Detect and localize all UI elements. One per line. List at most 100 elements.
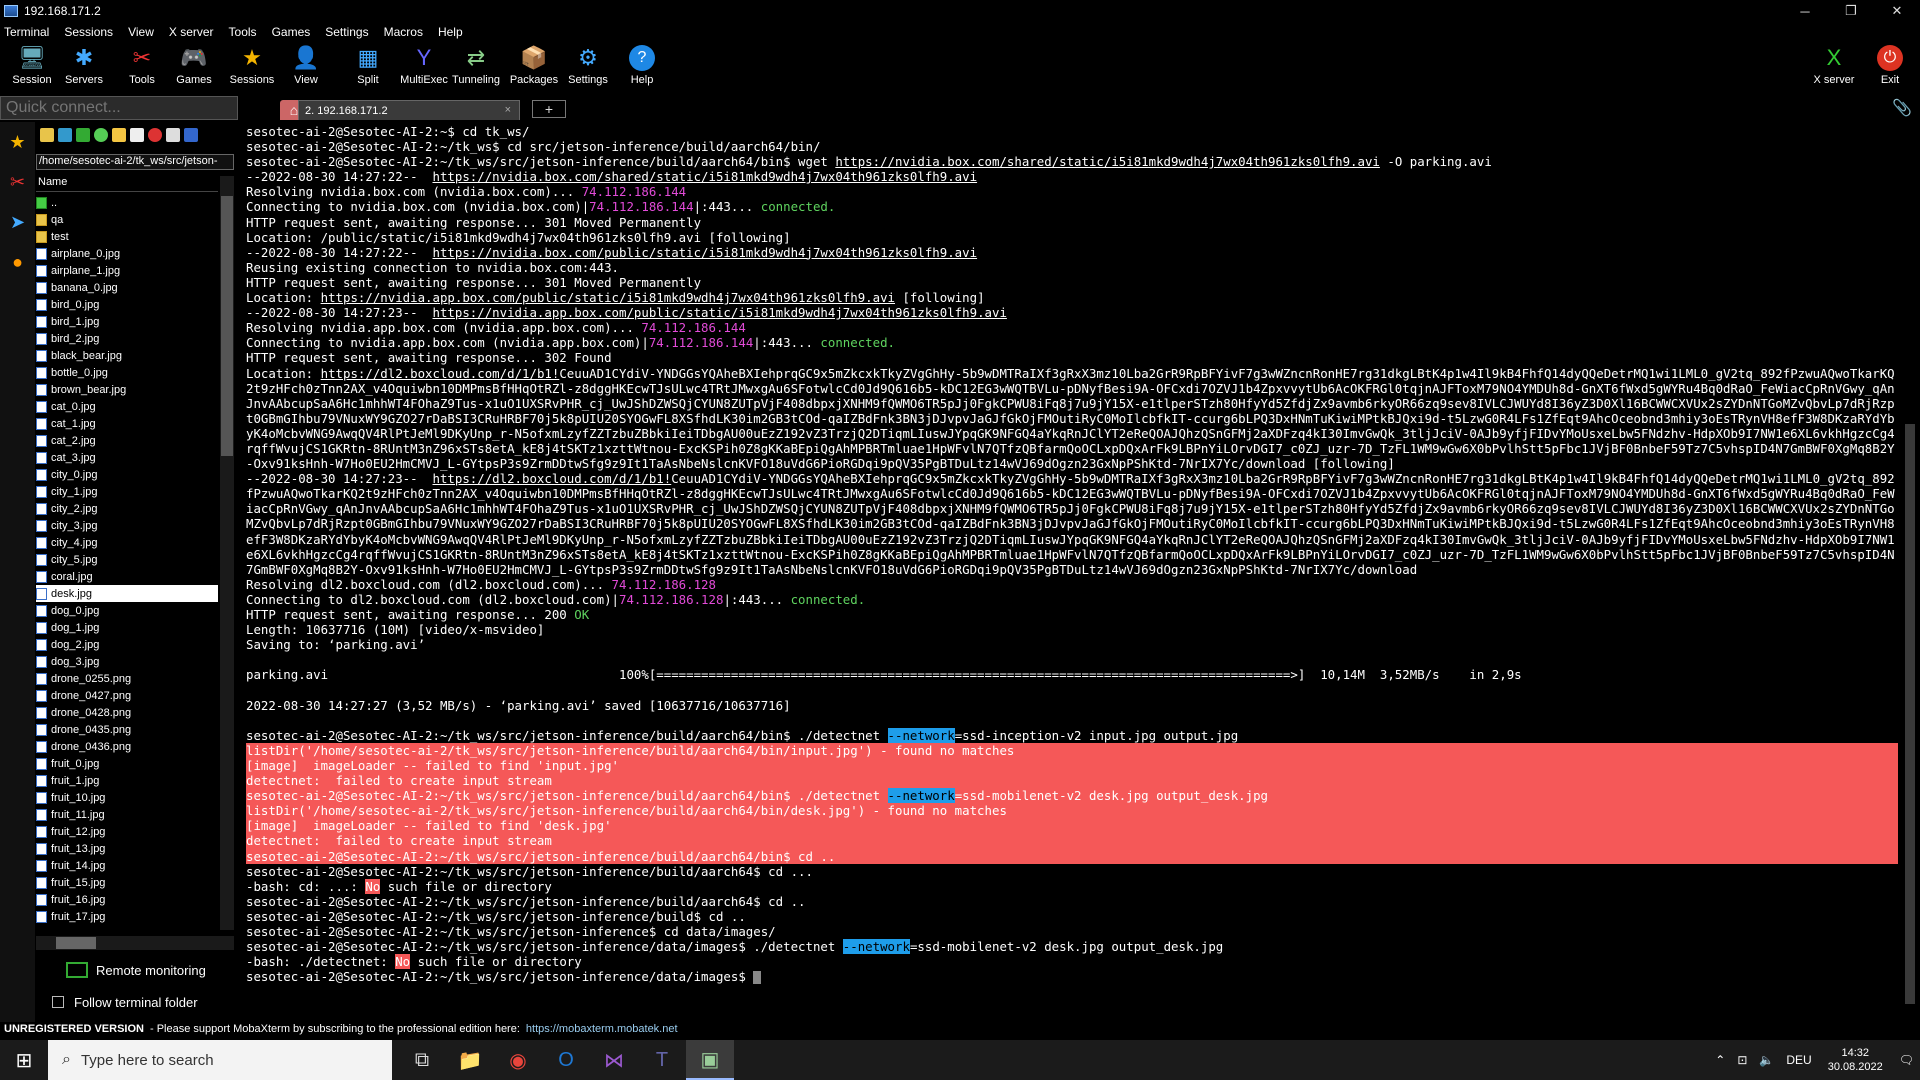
file-list-item[interactable]: fruit_0.jpg [36, 755, 218, 772]
file-list-item[interactable]: drone_0436.png [36, 738, 218, 755]
sessions-star-tab-icon[interactable]: ★ [0, 122, 35, 162]
menu-terminal[interactable]: Terminal [4, 25, 49, 39]
toolbar-view-button[interactable]: 👤 View [278, 45, 334, 91]
toolbar-servers-button[interactable]: ✱ Servers [56, 45, 112, 91]
sftp-tab-icon[interactable]: ➤ [0, 202, 35, 242]
remote-monitoring-button[interactable]: Remote monitoring [66, 960, 206, 980]
toolbar-session-button[interactable]: 🖥 Session [4, 45, 60, 91]
attachment-icon[interactable]: 📎 [1892, 98, 1912, 118]
taskbar-app[interactable]: 📁 [446, 1040, 494, 1080]
toolbar-tools-button[interactable]: ✂ Tools [114, 45, 170, 91]
clock[interactable]: 14:32 30.08.2022 [1828, 1046, 1883, 1074]
menu-help[interactable]: Help [438, 25, 463, 39]
menu-games[interactable]: Games [272, 25, 311, 39]
terminal-output[interactable]: sesotec-ai-2@Sesotec-AI-2:~$ cd tk_ws/se… [246, 124, 1898, 1014]
file-list-item[interactable]: fruit_15.jpg [36, 874, 218, 891]
file-list-item[interactable]: fruit_10.jpg [36, 789, 218, 806]
file-list-item[interactable]: dog_3.jpg [36, 653, 218, 670]
macros-tab-icon[interactable]: ● [0, 242, 35, 282]
menu-settings[interactable]: Settings [325, 25, 368, 39]
toolbar-help-button[interactable]: ? Help [614, 45, 670, 91]
tab-close-icon[interactable]: × [505, 104, 511, 116]
file-list-scrollbar[interactable] [220, 176, 234, 930]
menu-x-server[interactable]: X server [169, 25, 214, 39]
volume-icon[interactable]: 🔈 [1759, 1053, 1774, 1067]
taskbar-app[interactable]: ◉ [494, 1040, 542, 1080]
notifications-icon[interactable]: 🗨 [1899, 1053, 1914, 1067]
network-icon[interactable]: ⊡ [1737, 1053, 1747, 1067]
file-list-item[interactable]: airplane_1.jpg [36, 262, 218, 279]
follow-folder-checkbox[interactable]: Follow terminal folder [52, 992, 198, 1012]
file-list-item[interactable]: fruit_13.jpg [36, 840, 218, 857]
tab-session[interactable]: 2. 192.168.171.2 × [298, 100, 520, 120]
file-list-item[interactable]: .. [36, 194, 218, 211]
file-list-item[interactable]: cat_3.jpg [36, 449, 218, 466]
terminal-link[interactable]: https://nvidia.box.com/shared/static/i5i… [835, 154, 1380, 169]
file-list-item[interactable]: test [36, 228, 218, 245]
toolbar-packages-button[interactable]: 📦 Packages [506, 45, 562, 91]
tray-chevron-icon[interactable]: ⌃ [1715, 1053, 1725, 1067]
terminal-link[interactable]: https://nvidia.app.box.com/public/static… [433, 305, 1007, 320]
new-tab-button[interactable]: + [532, 100, 566, 118]
taskbar-app[interactable]: T [638, 1040, 686, 1080]
menu-tools[interactable]: Tools [229, 25, 257, 39]
file-list-item[interactable]: banana_0.jpg [36, 279, 218, 296]
toolbar-games-button[interactable]: 🎮 Games [166, 45, 222, 91]
delete-icon[interactable] [148, 128, 162, 142]
file-list-item[interactable]: black_bear.jpg [36, 347, 218, 364]
toolbar-tunneling-button[interactable]: ⇄ Tunneling [448, 45, 504, 91]
file-list-item[interactable]: fruit_11.jpg [36, 806, 218, 823]
file-list-item[interactable]: coral.jpg [36, 568, 218, 585]
file-list-item[interactable]: fruit_14.jpg [36, 857, 218, 874]
new-file-icon[interactable] [130, 128, 144, 142]
taskbar-app[interactable]: O [542, 1040, 590, 1080]
language-indicator[interactable]: DEU [1786, 1053, 1811, 1067]
file-list-item[interactable]: city_0.jpg [36, 466, 218, 483]
taskbar-app[interactable]: ⋈ [590, 1040, 638, 1080]
toolbar-exit-button[interactable]: ⏻ Exit [1862, 45, 1918, 91]
parent-folder-icon[interactable] [40, 128, 54, 142]
file-list-item[interactable]: city_4.jpg [36, 534, 218, 551]
new-folder-icon[interactable] [112, 128, 126, 142]
file-list-item[interactable]: brown_bear.jpg [36, 381, 218, 398]
toolbar-multiexec-button[interactable]: Y MultiExec [396, 45, 452, 91]
path-field[interactable]: /home/sesotec-ai-2/tk_ws/src/jetson- [36, 154, 234, 170]
file-list-item[interactable]: dog_2.jpg [36, 636, 218, 653]
file-list-item[interactable]: city_1.jpg [36, 483, 218, 500]
file-list-item[interactable]: cat_2.jpg [36, 432, 218, 449]
file-list-item[interactable]: fruit_12.jpg [36, 823, 218, 840]
status-link[interactable]: https://mobaxterm.mobatek.net [526, 1023, 678, 1035]
file-list-item[interactable]: fruit_17.jpg [36, 908, 218, 925]
terminal-link[interactable]: https://nvidia.box.com/shared/static/i5i… [433, 169, 978, 184]
refresh-icon[interactable] [94, 128, 108, 142]
file-list-item[interactable]: city_2.jpg [36, 500, 218, 517]
taskbar-app[interactable]: ▣ [686, 1040, 734, 1080]
file-list-item[interactable]: city_3.jpg [36, 517, 218, 534]
file-list-item[interactable]: cat_0.jpg [36, 398, 218, 415]
file-list-item[interactable]: bird_0.jpg [36, 296, 218, 313]
menu-view[interactable]: View [128, 25, 154, 39]
start-button[interactable]: ⊞ [0, 1040, 48, 1080]
menu-macros[interactable]: Macros [384, 25, 423, 39]
file-list-item[interactable]: fruit_16.jpg [36, 891, 218, 908]
file-list-item[interactable]: cat_1.jpg [36, 415, 218, 432]
file-list-item[interactable]: drone_0428.png [36, 704, 218, 721]
rename-icon[interactable] [166, 128, 180, 142]
terminal-folder-icon[interactable] [184, 128, 198, 142]
file-list-item[interactable]: drone_0255.png [36, 670, 218, 687]
minimize-button[interactable]: ─ [1782, 0, 1828, 22]
quick-connect[interactable] [0, 96, 238, 120]
toolbar-x-server-button[interactable]: X X server [1806, 45, 1862, 91]
file-list-item[interactable]: desk.jpg [36, 585, 218, 602]
checkbox[interactable] [52, 996, 64, 1008]
taskbar-app[interactable]: ⧉ [398, 1040, 446, 1080]
file-list-item[interactable]: bottle_0.jpg [36, 364, 218, 381]
terminal-link[interactable]: https://dl2.boxcloud.com/d/1/b1! [433, 471, 672, 486]
file-list-item[interactable]: airplane_0.jpg [36, 245, 218, 262]
file-list-item[interactable]: drone_0435.png [36, 721, 218, 738]
quick-connect-input[interactable] [1, 97, 237, 119]
file-list-item[interactable]: bird_2.jpg [36, 330, 218, 347]
terminal-link[interactable]: https://nvidia.box.com/public/static/i5i… [433, 245, 978, 260]
toolbar-settings-button[interactable]: ⚙ Settings [560, 45, 616, 91]
menu-sessions[interactable]: Sessions [64, 25, 113, 39]
